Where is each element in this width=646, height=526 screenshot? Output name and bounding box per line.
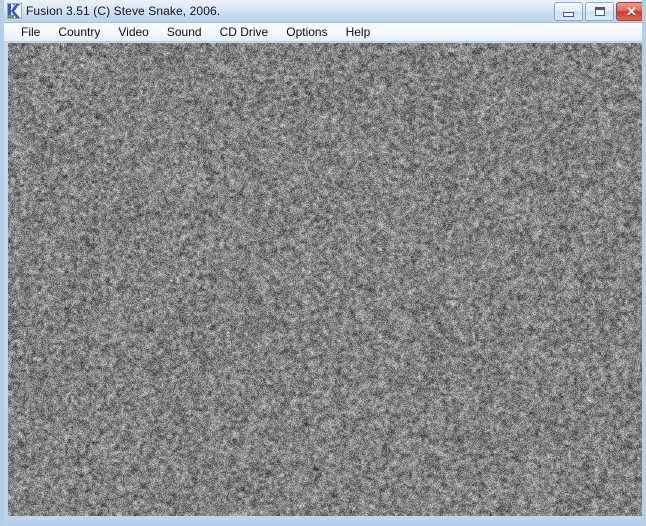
close-button[interactable]: ✕ (616, 2, 646, 21)
title-bar[interactable]: Fusion 3.51 (C) Steve Snake, 2006. ✕ (4, 0, 646, 23)
menu-item-file[interactable]: File (12, 23, 49, 41)
minimize-icon (563, 12, 574, 17)
window-controls: ✕ (554, 2, 646, 21)
kega-fusion-logo-glyph (8, 4, 21, 18)
static-noise-canvas[interactable] (8, 43, 646, 516)
minimize-button[interactable] (554, 2, 583, 21)
menu-item-sound[interactable]: Sound (158, 23, 211, 41)
close-icon: ✕ (626, 5, 637, 18)
kega-fusion-logo-icon[interactable] (7, 3, 22, 19)
menu-item-country[interactable]: Country (49, 23, 109, 41)
window-title: Fusion 3.51 (C) Steve Snake, 2006. (26, 3, 220, 19)
menu-bar: File Country Video Sound CD Drive Option… (4, 23, 646, 42)
menu-item-options[interactable]: Options (277, 23, 336, 41)
menu-item-video[interactable]: Video (109, 23, 157, 41)
restore-icon (595, 7, 605, 16)
restore-button[interactable] (585, 2, 614, 21)
video-output-area[interactable] (8, 43, 646, 516)
menu-item-cd-drive[interactable]: CD Drive (211, 23, 278, 41)
menu-item-help[interactable]: Help (337, 23, 380, 41)
application-window: Fusion 3.51 (C) Steve Snake, 2006. ✕ Fil… (0, 0, 646, 526)
